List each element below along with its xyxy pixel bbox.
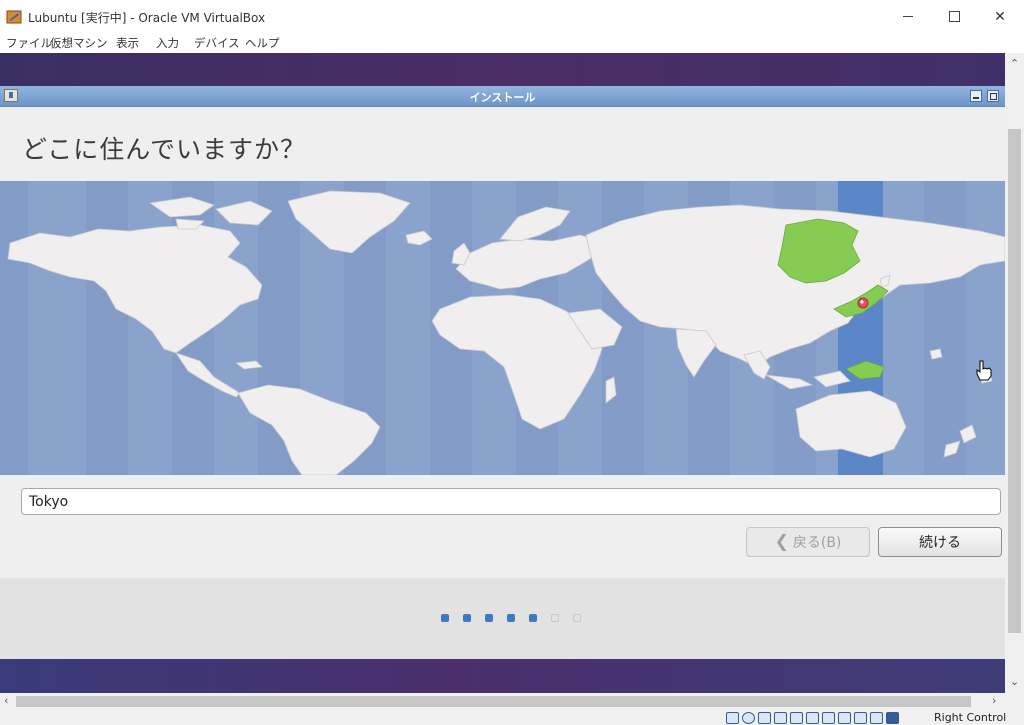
location-pin-icon bbox=[857, 297, 869, 309]
horizontal-scrollbar[interactable]: ‹ › bbox=[0, 693, 1005, 710]
vertical-scroll-thumb[interactable] bbox=[1008, 129, 1021, 633]
network-icon[interactable] bbox=[774, 712, 787, 724]
cpu-icon[interactable] bbox=[870, 712, 883, 724]
desktop-background-bottom bbox=[0, 659, 1005, 693]
continue-button[interactable]: 続ける bbox=[878, 527, 1002, 557]
timezone-input[interactable] bbox=[21, 488, 1001, 515]
close-icon: ✕ bbox=[994, 8, 1006, 25]
audio-icon[interactable] bbox=[758, 712, 771, 724]
menu-input[interactable]: 入力 bbox=[156, 35, 179, 51]
guest-display[interactable]: インストール どこに住んでいますか？ Tokyo ❮ 戻る(B) 続ける bbox=[0, 53, 1005, 693]
scroll-up-icon[interactable]: ⌃ bbox=[1010, 57, 1019, 70]
vertical-scrollbar[interactable]: ⌃ ⌄ bbox=[1005, 53, 1024, 693]
menu-help[interactable]: ヘルプ bbox=[245, 35, 280, 51]
hard-disk-icon[interactable] bbox=[726, 712, 739, 724]
timezone-map[interactable] bbox=[0, 181, 1005, 475]
chevron-left-icon: ❮ bbox=[774, 532, 789, 552]
host-key-icon[interactable] bbox=[886, 712, 899, 724]
page-heading: どこに住んでいますか？ bbox=[22, 135, 307, 164]
step-dot bbox=[573, 614, 581, 622]
optical-drive-icon[interactable] bbox=[742, 712, 755, 724]
minimize-icon bbox=[903, 16, 913, 17]
scroll-left-icon[interactable]: ‹ bbox=[4, 694, 8, 707]
video-capture-icon[interactable] bbox=[838, 712, 851, 724]
maximize-icon bbox=[948, 11, 960, 22]
installer-titlebar: インストール bbox=[0, 86, 1005, 107]
scroll-right-icon[interactable]: › bbox=[992, 694, 996, 707]
window-titlebar: Lubuntu [実行中] - Oracle VM VirtualBox ✕ bbox=[0, 0, 1024, 33]
scrollbar-corner bbox=[1005, 693, 1024, 710]
mouse-integration-icon[interactable] bbox=[854, 712, 867, 724]
installer-window: インストール どこに住んでいますか？ Tokyo ❮ 戻る(B) 続ける bbox=[0, 86, 1005, 659]
desktop-background-top bbox=[0, 53, 1005, 86]
status-icons bbox=[726, 712, 899, 724]
scroll-down-icon[interactable]: ⌄ bbox=[1010, 675, 1019, 688]
menubar: ファイル 仮想マシン 表示 入力 デバイス ヘルプ bbox=[0, 33, 1024, 53]
statusbar: Right Control bbox=[0, 710, 1024, 725]
host-key-label: Right Control bbox=[934, 711, 1007, 724]
display-icon[interactable] bbox=[822, 712, 835, 724]
step-dot bbox=[551, 614, 559, 622]
window-title: Lubuntu [実行中] - Oracle VM VirtualBox bbox=[28, 11, 266, 25]
maximize-button[interactable] bbox=[931, 0, 977, 33]
horizontal-scroll-thumb[interactable] bbox=[16, 696, 971, 707]
minimize-button[interactable] bbox=[885, 0, 931, 33]
back-button-label: 戻る(B) bbox=[792, 535, 842, 551]
installer-minimize-button[interactable] bbox=[970, 90, 982, 102]
continue-button-label: 続ける bbox=[919, 535, 961, 551]
close-button[interactable]: ✕ bbox=[977, 0, 1023, 33]
installer-maximize-button[interactable] bbox=[987, 90, 999, 102]
menu-devices[interactable]: デバイス bbox=[194, 35, 240, 51]
step-dot bbox=[463, 614, 471, 622]
usb-icon[interactable] bbox=[790, 712, 803, 724]
step-dot bbox=[507, 614, 515, 622]
step-dot bbox=[441, 614, 449, 622]
installer-title: インストール bbox=[469, 91, 536, 104]
menu-machine[interactable]: 仮想マシン bbox=[50, 35, 108, 51]
menu-file[interactable]: ファイル bbox=[6, 35, 52, 51]
world-map-graphic bbox=[0, 181, 1005, 475]
virtualbox-app-icon bbox=[6, 10, 22, 24]
step-progress bbox=[441, 614, 581, 622]
menu-view[interactable]: 表示 bbox=[116, 35, 139, 51]
step-dot bbox=[485, 614, 493, 622]
step-dot bbox=[529, 614, 537, 622]
shared-folders-icon[interactable] bbox=[806, 712, 819, 724]
back-button[interactable]: ❮ 戻る(B) bbox=[746, 527, 870, 557]
installer-footer bbox=[0, 578, 1005, 659]
